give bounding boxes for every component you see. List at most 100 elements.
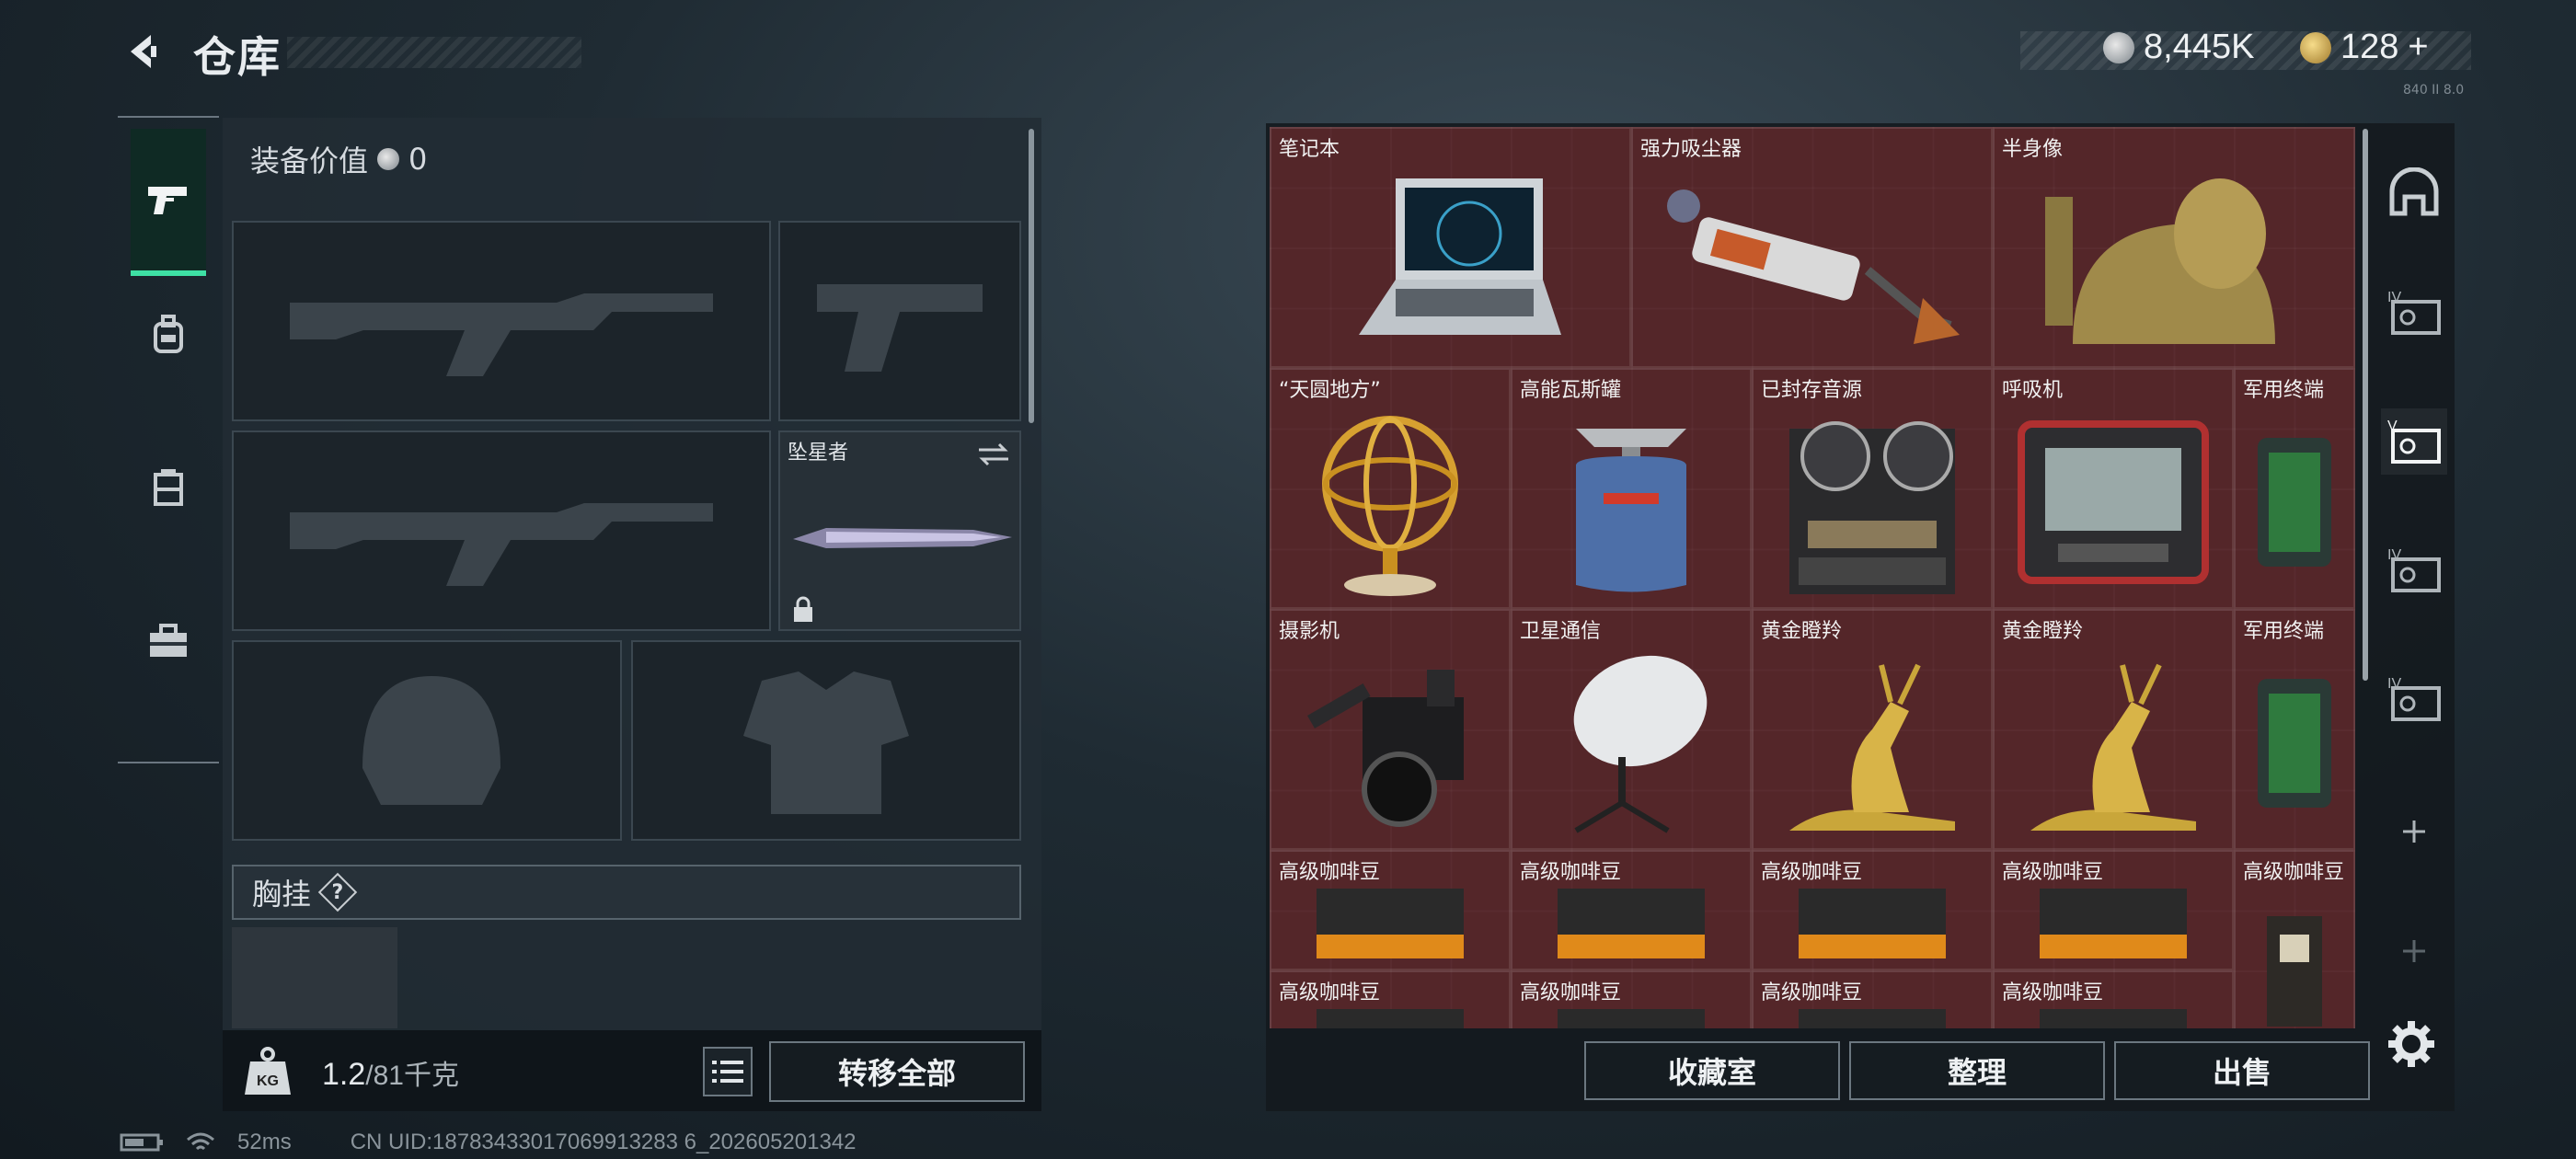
coffee-bag-icon — [1995, 1000, 2232, 1028]
toolbox-icon — [150, 624, 187, 657]
help-icon[interactable]: ? — [317, 872, 358, 912]
stash-item-gas-tank[interactable]: 高能瓦斯罐 — [1511, 368, 1752, 609]
nav-armor[interactable] — [131, 298, 206, 372]
stash-item-coffee-beans[interactable]: 高级咖啡豆 — [1993, 850, 2234, 970]
stash-item-golden-gazelle[interactable]: 黄金瞪羚 — [1752, 609, 1993, 850]
stash-item-coffee-beans[interactable]: 高级咖啡豆 — [1270, 850, 1511, 970]
coffee-bag-icon — [1271, 879, 1509, 969]
stash-scrollbar[interactable] — [2363, 129, 2368, 681]
stash-item-camera[interactable]: 摄影机 — [1270, 609, 1511, 850]
case-tier-iv-icon: IV — [2387, 676, 2441, 721]
organize-button[interactable]: 整理 — [1849, 1041, 2105, 1100]
gold-amount: 128 — [2340, 28, 2399, 66]
sell-button[interactable]: 出售 — [2114, 1041, 2370, 1100]
stash-item-ventilator[interactable]: 呼吸机 — [1993, 368, 2234, 609]
coffee-bag-icon — [1995, 879, 2232, 969]
swap-icon[interactable] — [977, 442, 1010, 467]
silver-amount: 8,445K — [2144, 28, 2255, 66]
stash-tab-case-2[interactable]: V — [2381, 408, 2447, 475]
melee-name: 坠星者 — [788, 442, 849, 465]
status-bar: 52ms CN UID:18783433017069913283 6_20260… — [120, 1130, 857, 1155]
back-button[interactable] — [120, 28, 167, 75]
armillary-sphere-icon — [1271, 397, 1509, 607]
backpack-icon — [154, 315, 183, 353]
ping-readout: 52ms — [237, 1130, 292, 1154]
stash-item-golden-gazelle[interactable]: 黄金瞪羚 — [1993, 609, 2234, 850]
stash-tab-case-3[interactable]: IV — [2381, 537, 2447, 603]
ventilator-icon — [1995, 397, 2232, 607]
silver-coin-icon — [377, 148, 400, 170]
equipment-value: 装备价值 0 — [250, 138, 427, 180]
gas-canister-icon — [1512, 397, 1750, 607]
nav-weapons[interactable] — [131, 129, 206, 276]
svg-text:IV: IV — [2387, 547, 2401, 563]
svg-text:KG: KG — [257, 1073, 279, 1089]
weight-icon: KG — [241, 1045, 294, 1098]
stash-item-coffee-beans[interactable]: 高级咖啡豆 — [1993, 970, 2234, 1028]
stash-item-vacuum[interactable]: 强力吸尘器 — [1631, 127, 1993, 368]
home-case-icon — [2389, 167, 2439, 216]
stash-item-bust[interactable]: 半身像 — [1993, 127, 2355, 368]
wifi-icon — [187, 1132, 214, 1151]
nav-toolbox[interactable] — [131, 605, 206, 679]
equipment-value-label: 装备价值 — [250, 143, 369, 178]
stash-tab-case-4[interactable]: IV — [2381, 666, 2447, 732]
battery-icon — [120, 1133, 163, 1152]
chest-rig-header: 胸挂 ? — [232, 865, 1021, 920]
case-tier-iv-icon: IV — [2387, 290, 2441, 335]
settings-button[interactable] — [2386, 1019, 2436, 1069]
stash-item-coffee-beans[interactable]: 高级咖啡豆 — [1511, 970, 1752, 1028]
silver-coin-icon — [2103, 31, 2134, 63]
equipment-scrollbar[interactable] — [1029, 129, 1034, 423]
gold-currency[interactable]: 128 + — [2300, 28, 2429, 67]
second-primary-weapon-slot[interactable] — [232, 430, 771, 631]
stash-item-military-terminal[interactable]: 军用终端 — [2234, 609, 2355, 850]
stash-item-laptop[interactable]: 笔记本 — [1270, 127, 1631, 368]
chest-rig-label: 胸挂 — [252, 877, 312, 912]
coffee-bag-icon — [1754, 1000, 1991, 1028]
stash-item-military-terminal[interactable]: 军用终端 — [2234, 368, 2355, 609]
stash-item-armillary[interactable]: “天圆地方” — [1270, 368, 1511, 609]
melee-slot[interactable]: 坠星者 — [778, 430, 1021, 631]
stash-item-satellite[interactable]: 卫星通信 — [1511, 609, 1752, 850]
equipment-value-amount: 0 — [408, 142, 428, 177]
vacuum-cleaner-icon — [1633, 156, 1991, 366]
stash-tab-home[interactable] — [2381, 160, 2447, 226]
list-view-button[interactable] — [703, 1047, 753, 1096]
coffee-bag-icon — [2236, 879, 2353, 1028]
golden-gazelle-icon — [1754, 638, 1991, 848]
silver-currency[interactable]: 8,445K — [2103, 28, 2254, 67]
stash-item-coffee-beans[interactable]: 高级咖啡豆 — [2234, 850, 2355, 1028]
knife-icon — [793, 528, 1012, 548]
armor-slot[interactable] — [631, 640, 1021, 841]
stash-tab-case-1[interactable]: IV — [2381, 280, 2447, 346]
bust-statue-icon — [1995, 156, 2353, 366]
page-title: 仓库 — [193, 32, 282, 82]
add-gold-icon[interactable]: + — [2408, 28, 2428, 67]
stash-item-reel-recorder[interactable]: 已封存音源 — [1752, 368, 1993, 609]
transfer-all-button[interactable]: 转移全部 — [769, 1041, 1025, 1102]
stash-item-coffee-beans[interactable]: 高级咖啡豆 — [1752, 850, 1993, 970]
plus-icon — [2403, 820, 2425, 843]
weight-readout: 1.2/81千克 — [322, 1052, 459, 1093]
back-arrow-icon — [131, 35, 156, 68]
stash-item-coffee-beans[interactable]: 高级咖啡豆 — [1752, 970, 1993, 1028]
helmet-slot[interactable] — [232, 640, 622, 841]
golden-gazelle-icon — [1995, 638, 2232, 848]
stash-item-coffee-beans[interactable]: 高级咖啡豆 — [1511, 850, 1752, 970]
nav-bag[interactable] — [131, 451, 206, 524]
rifle-silhouette-icon — [252, 241, 751, 401]
add-stash-tab-button[interactable] — [2381, 798, 2447, 865]
video-camera-icon — [1271, 638, 1509, 848]
add-stash-tab-button-disabled — [2381, 918, 2447, 984]
stash-item-coffee-beans[interactable]: 高级咖啡豆 — [1270, 970, 1511, 1028]
plus-icon — [2403, 940, 2425, 962]
equipment-category-nav — [118, 116, 219, 763]
pistol-icon — [148, 187, 187, 214]
collection-room-button[interactable]: 收藏室 — [1584, 1041, 1840, 1100]
version-label: 840 II 8.0 — [2403, 83, 2465, 98]
secondary-weapon-slot[interactable] — [778, 221, 1021, 421]
primary-weapon-slot[interactable] — [232, 221, 771, 421]
chest-rig-slot[interactable] — [232, 927, 397, 1028]
list-icon — [712, 1061, 743, 1083]
